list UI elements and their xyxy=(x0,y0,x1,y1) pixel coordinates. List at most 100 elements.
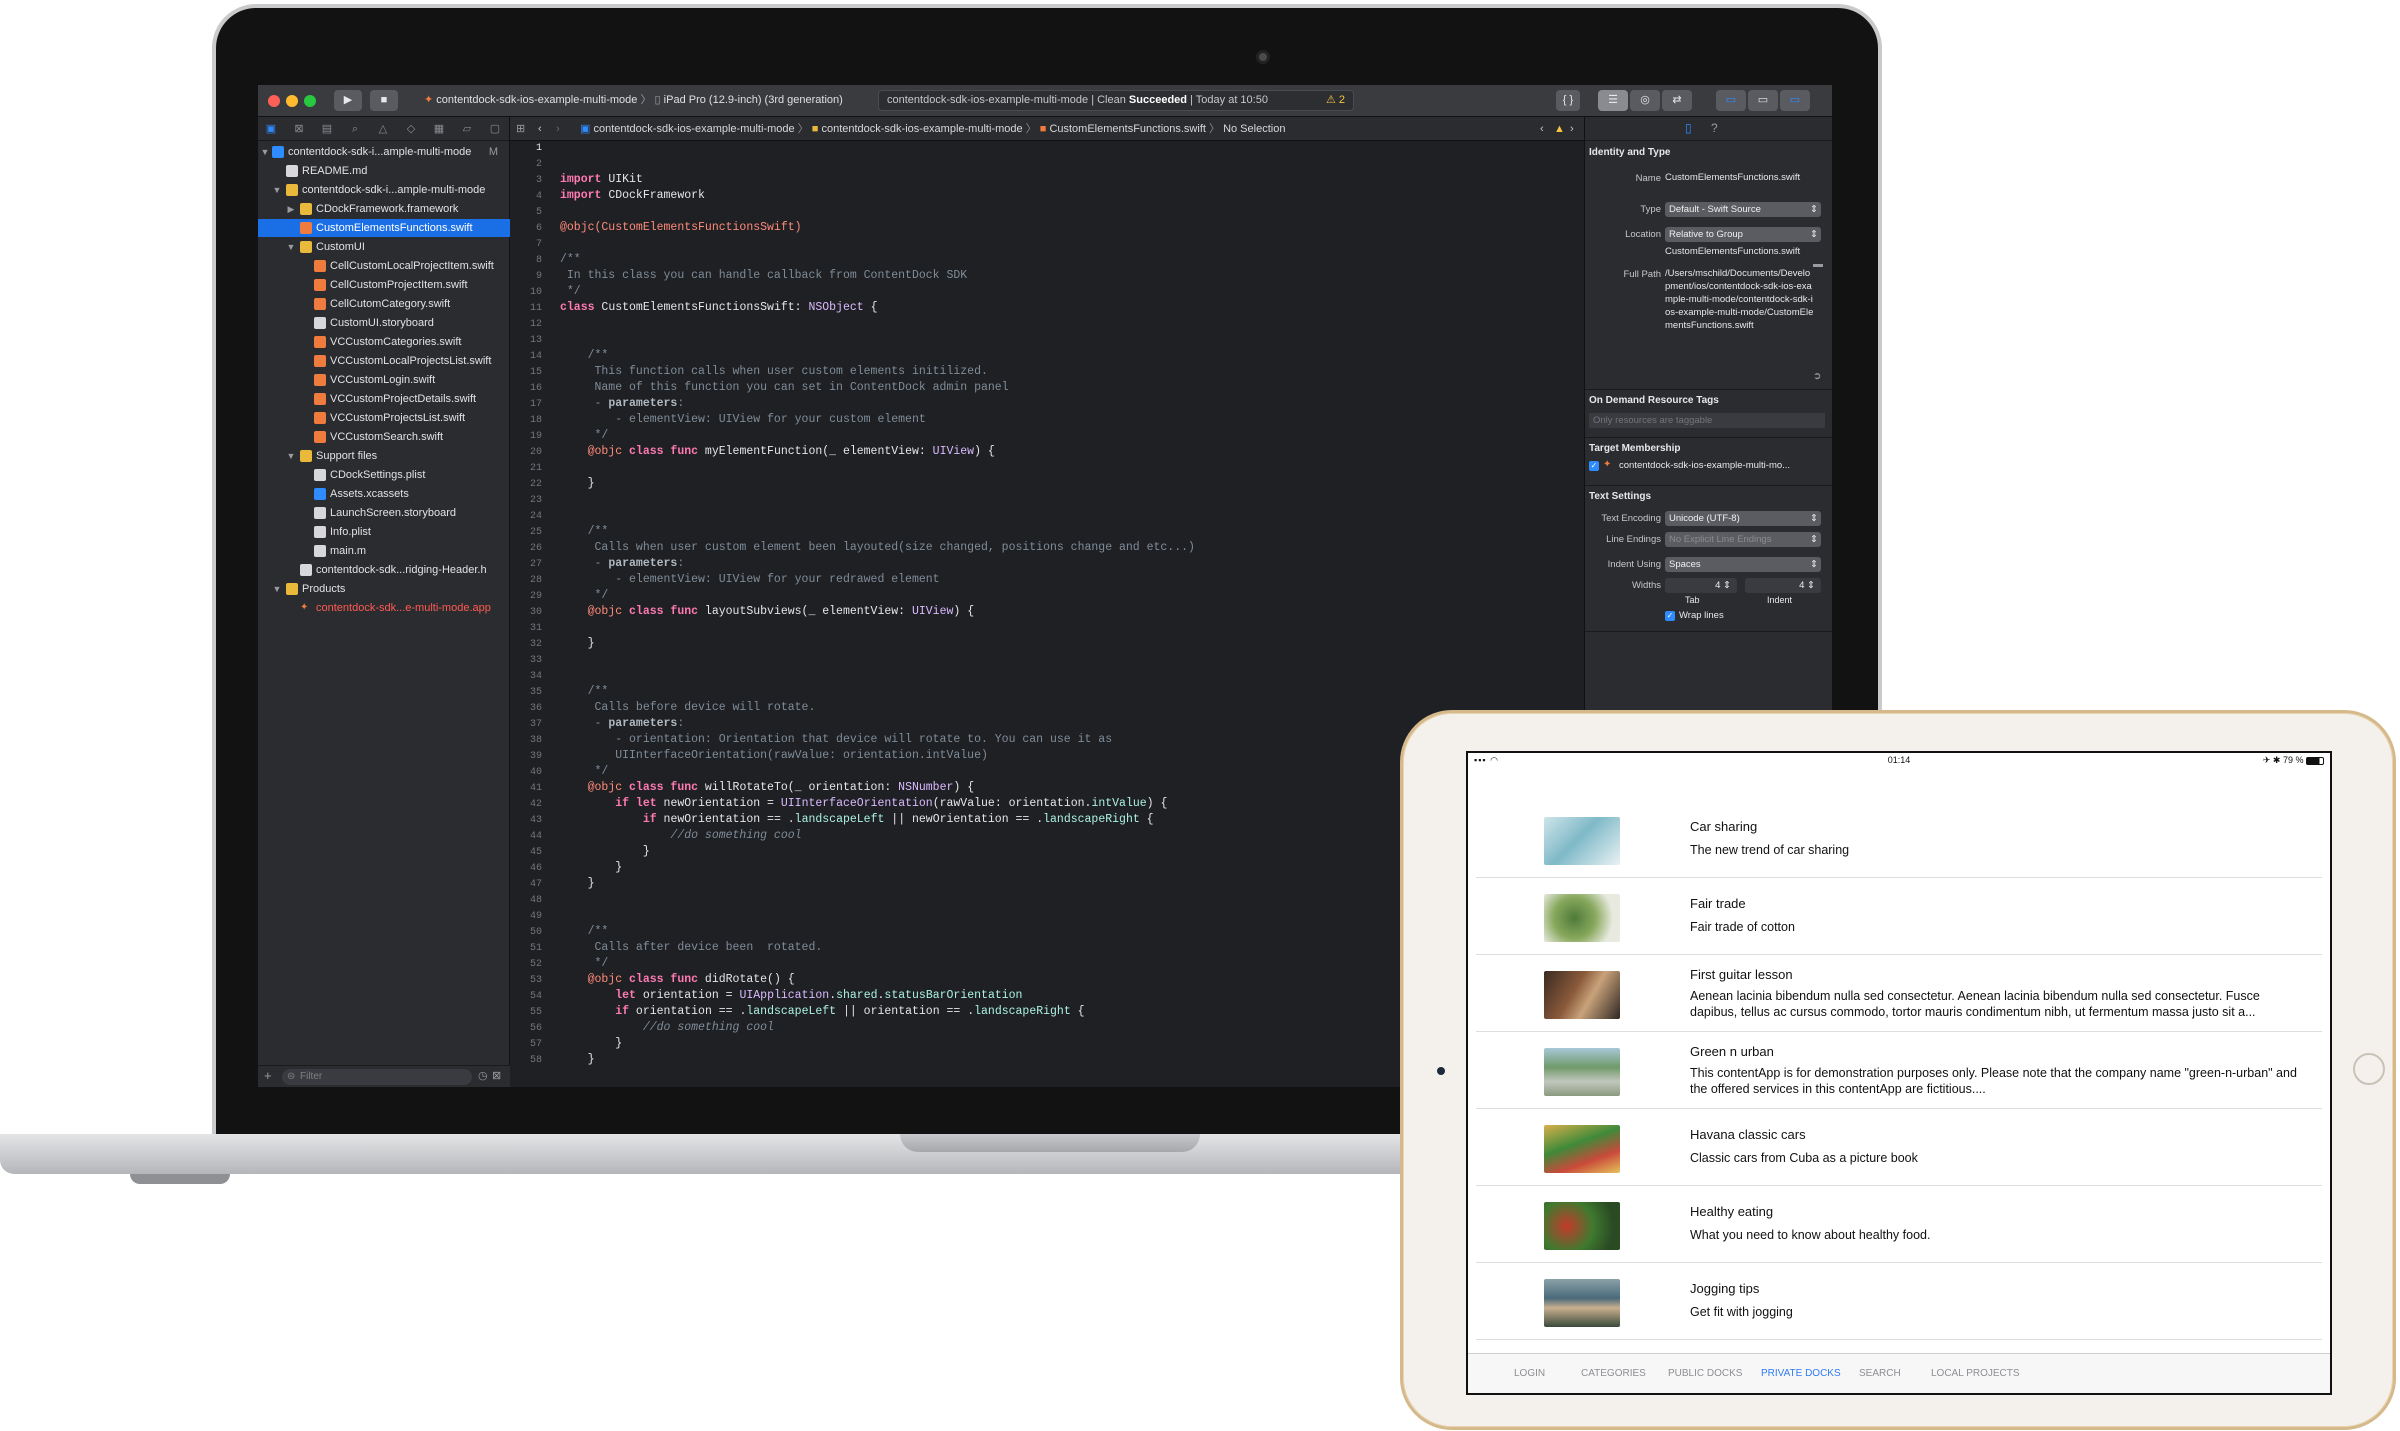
wrap-lines-checkbox[interactable]: ✓ xyxy=(1665,611,1675,621)
add-icon[interactable]: + xyxy=(264,1068,272,1083)
tree-item[interactable]: VCCustomLocalProjectsList.swift xyxy=(258,352,510,370)
tree-item[interactable]: CellCustomProjectItem.swift xyxy=(258,276,510,294)
warning-icon[interactable]: ▲ xyxy=(1554,117,1565,141)
tree-item-group[interactable]: ▶ CDockFramework.framework xyxy=(258,200,510,218)
list-item[interactable]: Havana classic cars Classic cars from Cu… xyxy=(1476,1109,2322,1186)
name-field[interactable]: CustomElementsFunctions.swift xyxy=(1665,171,1825,184)
stop-button[interactable]: ■ xyxy=(370,90,398,111)
disclosure-open-icon[interactable]: ▼ xyxy=(286,447,296,465)
destination-name[interactable]: iPad Pro (12.9-inch) (3rd generation) xyxy=(664,94,843,106)
breakpoint-icon[interactable]: ▱ xyxy=(460,122,474,136)
toggle-debug-button[interactable]: ▭ xyxy=(1748,90,1778,111)
type-popup[interactable]: Default - Swift Source ⇕ xyxy=(1665,202,1821,217)
list-item[interactable]: Jogging tips Get fit with jogging xyxy=(1476,1263,2322,1340)
version-editor-button[interactable]: ⇄ xyxy=(1662,90,1692,111)
line-endings-popup[interactable]: No Explicit Line Endings ⇕ xyxy=(1665,532,1821,547)
folder-icon[interactable]: ▣ xyxy=(264,122,278,136)
minimize-window-icon[interactable] xyxy=(286,95,298,107)
target-checkbox[interactable]: ✓ xyxy=(1589,461,1599,471)
stepper-icon: ⇕ xyxy=(1807,580,1815,591)
disclosure-open-icon[interactable]: ▼ xyxy=(272,181,282,199)
tree-item-group[interactable]: ▼ Support files xyxy=(258,447,510,465)
tab-search[interactable]: SEARCH xyxy=(1859,1368,1901,1379)
toggle-navigator-button[interactable]: ▭ xyxy=(1716,90,1746,111)
assistant-editor-button[interactable]: ◎ xyxy=(1630,90,1660,111)
list-item[interactable]: Healthy eating What you need to know abo… xyxy=(1476,1186,2322,1263)
test-icon[interactable]: ◇ xyxy=(404,122,418,136)
zoom-window-icon[interactable] xyxy=(304,95,316,107)
tree-item[interactable]: CustomUI.storyboard xyxy=(258,314,510,332)
tree-item[interactable]: VCCustomSearch.swift xyxy=(258,428,510,446)
tree-item[interactable]: VCCustomProjectDetails.swift xyxy=(258,390,510,408)
tree-item[interactable]: VCCustomCategories.swift xyxy=(258,333,510,351)
filter-input[interactable]: ⊜ Filter xyxy=(282,1069,472,1085)
symbol-icon[interactable]: ▤ xyxy=(320,122,334,136)
scm-filter-icon[interactable]: ⊠ xyxy=(492,1069,501,1082)
related-items-icon[interactable]: ⊞ xyxy=(516,117,525,141)
location-popup[interactable]: Relative to Group ⇕ xyxy=(1665,227,1821,242)
list-item[interactable]: First guitar lesson Aenean lacinia biben… xyxy=(1476,955,2322,1032)
tab-local-projects[interactable]: LOCAL PROJECTS xyxy=(1931,1368,2020,1379)
recent-files-icon[interactable]: ◷ xyxy=(478,1069,488,1082)
tree-item[interactable]: CellCutomCategory.swift xyxy=(258,295,510,313)
tree-item-group[interactable]: ▼ contentdock-sdk-i...ample-multi-mode xyxy=(258,181,510,199)
tree-item[interactable]: CellCustomLocalProjectItem.swift xyxy=(258,257,510,275)
list-item[interactable]: Green n urban This contentApp is for dem… xyxy=(1476,1032,2322,1109)
indent-using-popup[interactable]: Spaces ⇕ xyxy=(1665,557,1821,572)
jumpbar-file[interactable]: CustomElementsFunctions.swift xyxy=(1049,123,1206,135)
tab-login[interactable]: LOGIN xyxy=(1514,1368,1545,1379)
tree-item-project[interactable]: ▼ contentdock-sdk-i...ample-multi-mode M xyxy=(258,143,510,161)
scheme-selector[interactable]: ✦ contentdock-sdk-ios-example-multi-mode… xyxy=(418,90,849,111)
tree-item[interactable]: Assets.xcassets xyxy=(258,485,510,503)
jumpbar-project[interactable]: contentdock-sdk-ios-example-multi-mode xyxy=(593,123,794,135)
toggle-inspector-button[interactable]: ▭ xyxy=(1780,90,1810,111)
indent-width-stepper[interactable]: 4 ⇕ xyxy=(1745,578,1821,593)
macbook-notch xyxy=(900,1134,1200,1152)
tree-item[interactable]: VCCustomLogin.swift xyxy=(258,371,510,389)
disclosure-open-icon[interactable]: ▼ xyxy=(286,238,296,256)
jumpbar-selection[interactable]: No Selection xyxy=(1223,123,1285,135)
home-button[interactable] xyxy=(2353,1053,2385,1085)
disclosure-closed-icon[interactable]: ▶ xyxy=(286,200,296,218)
tree-item-selected[interactable]: CustomElementsFunctions.swift xyxy=(258,219,510,237)
tree-item[interactable]: LaunchScreen.storyboard xyxy=(258,504,510,522)
help-icon[interactable]: ? xyxy=(1711,121,1718,135)
warning-badge[interactable]: ⚠ 2 xyxy=(1326,91,1345,110)
tree-item[interactable]: README.md xyxy=(258,162,510,180)
tab-public-docks[interactable]: PUBLIC DOCKS xyxy=(1668,1368,1742,1379)
disclosure-open-icon[interactable]: ▼ xyxy=(272,580,282,598)
jumpbar-group[interactable]: contentdock-sdk-ios-example-multi-mode xyxy=(821,123,1022,135)
tree-item[interactable]: Info.plist xyxy=(258,523,510,541)
issue-icon[interactable]: △ xyxy=(376,122,390,136)
tree-item[interactable]: main.m xyxy=(258,542,510,560)
tab-private-docks[interactable]: PRIVATE DOCKS xyxy=(1761,1368,1841,1379)
tree-item-product[interactable]: ✦ contentdock-sdk...e-multi-mode.app xyxy=(258,599,510,617)
standard-editor-button[interactable]: ☰ xyxy=(1598,90,1628,111)
tree-item[interactable]: CDockSettings.plist xyxy=(258,466,510,484)
tree-item-group[interactable]: ▼ CustomUI xyxy=(258,238,510,256)
library-button[interactable]: { } xyxy=(1556,90,1580,111)
tags-field[interactable]: Only resources are taggable xyxy=(1589,413,1825,428)
list-item[interactable]: Car sharing The new trend of car sharing xyxy=(1476,801,2322,878)
tree-item[interactable]: VCCustomProjectsList.swift xyxy=(258,409,510,427)
encoding-popup[interactable]: Unicode (UTF-8) ⇕ xyxy=(1665,511,1821,526)
tree-item[interactable]: contentdock-sdk...ridging-Header.h xyxy=(258,561,510,579)
close-window-icon[interactable] xyxy=(268,95,280,107)
tree-item-group[interactable]: ▼ Products xyxy=(258,580,510,598)
file-inspector-icon[interactable]: ▯ xyxy=(1685,121,1692,135)
tab-categories[interactable]: CATEGORIES xyxy=(1581,1368,1646,1379)
next-issue-icon[interactable]: › xyxy=(1570,117,1574,141)
run-button[interactable]: ▶ xyxy=(334,90,362,111)
report-icon[interactable]: ▢ xyxy=(488,122,502,136)
reveal-in-finder-icon[interactable]: ➲ xyxy=(1813,371,1821,382)
find-icon[interactable]: ⌕ xyxy=(348,122,362,136)
forward-arrow-icon[interactable]: › xyxy=(556,117,560,141)
debug-icon[interactable]: ▦ xyxy=(432,122,446,136)
field-label: Line Endings xyxy=(1606,534,1661,545)
disclosure-open-icon[interactable]: ▼ xyxy=(260,143,270,161)
back-arrow-icon[interactable]: ‹ xyxy=(538,117,542,141)
source-control-icon[interactable]: ⊠ xyxy=(292,122,306,136)
tab-width-stepper[interactable]: 4 ⇕ xyxy=(1665,578,1737,593)
list-item[interactable]: Fair trade Fair trade of cotton xyxy=(1476,878,2322,955)
previous-issue-icon[interactable]: ‹ xyxy=(1540,117,1544,141)
